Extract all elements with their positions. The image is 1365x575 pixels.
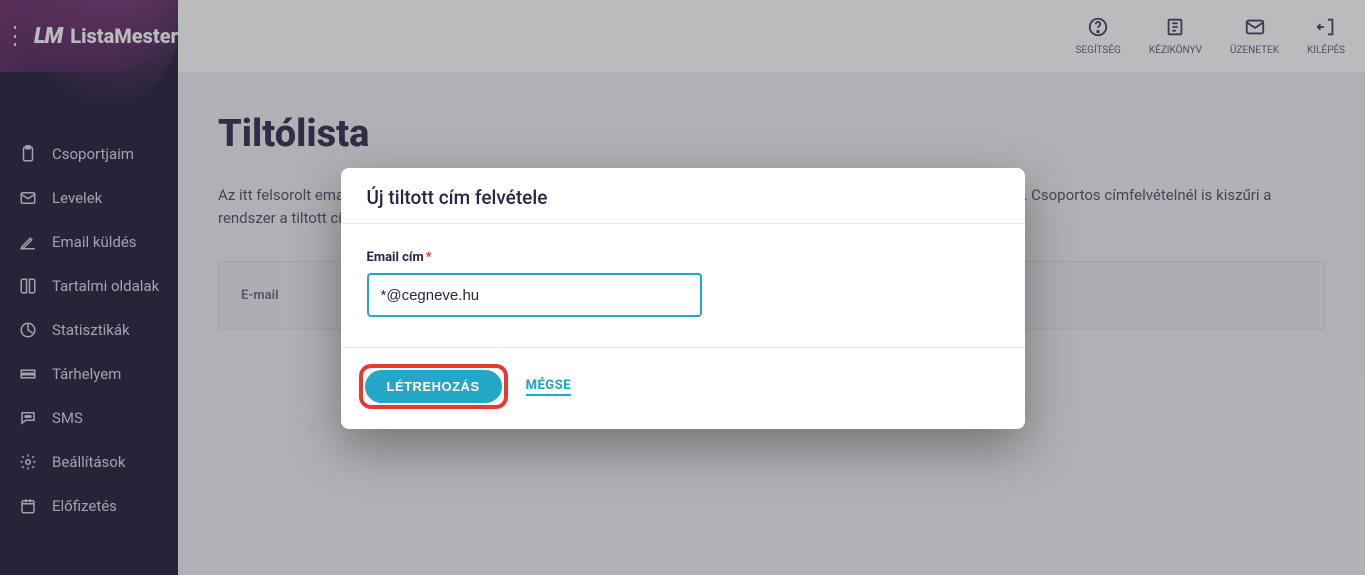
- field-label-text: Email cím: [367, 250, 424, 265]
- cancel-button[interactable]: MÉGSE: [526, 378, 571, 396]
- modal-new-blocked-address: Új tiltott cím felvétele Email cím* LÉTR…: [341, 168, 1025, 429]
- highlight-ring: LÉTREHOZÁS: [359, 364, 508, 409]
- field-label-email: Email cím*: [367, 250, 999, 265]
- required-asterisk: *: [426, 250, 432, 265]
- email-input[interactable]: [367, 273, 702, 317]
- modal-body: Email cím*: [341, 224, 1025, 347]
- modal-footer: LÉTREHOZÁS MÉGSE: [341, 347, 1025, 429]
- modal-title: Új tiltott cím felvétele: [341, 168, 1025, 224]
- create-button[interactable]: LÉTREHOZÁS: [365, 370, 502, 403]
